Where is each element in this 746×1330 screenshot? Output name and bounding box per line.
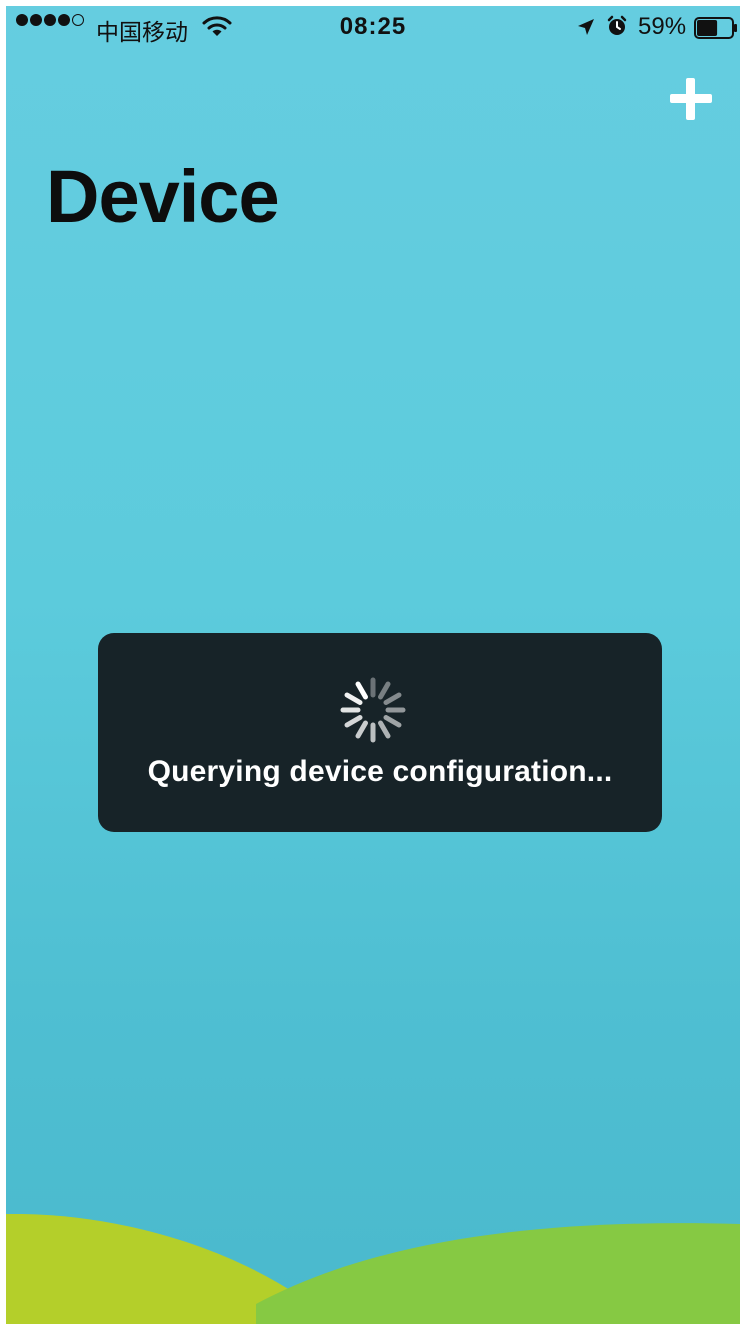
loading-hud: Querying device configuration... bbox=[98, 633, 662, 832]
spinner-spoke bbox=[383, 692, 402, 705]
spinner-spoke bbox=[383, 715, 402, 728]
activity-spinner-icon bbox=[340, 677, 406, 743]
battery-icon bbox=[694, 17, 738, 46]
spinner-spoke bbox=[378, 681, 391, 700]
status-bar: 中国移动 08:25 59% bbox=[6, 6, 740, 46]
loading-message: Querying device configuration... bbox=[147, 755, 613, 788]
alarm-clock-icon bbox=[606, 15, 628, 44]
add-device-button[interactable] bbox=[668, 76, 714, 122]
hills-decoration bbox=[6, 1214, 740, 1324]
location-arrow-icon bbox=[576, 16, 596, 44]
page-title: Device bbox=[46, 155, 280, 238]
battery-percentage: 59% bbox=[638, 13, 687, 40]
clock-time: 08:25 bbox=[339, 13, 407, 40]
spinner-spoke bbox=[355, 720, 368, 739]
spinner-spoke bbox=[378, 720, 391, 739]
spinner-spoke bbox=[344, 692, 363, 705]
app-screen: 中国移动 08:25 59% Device Querying device co… bbox=[6, 6, 740, 1324]
spinner-spoke bbox=[344, 715, 363, 728]
spinner-spoke bbox=[355, 681, 368, 700]
